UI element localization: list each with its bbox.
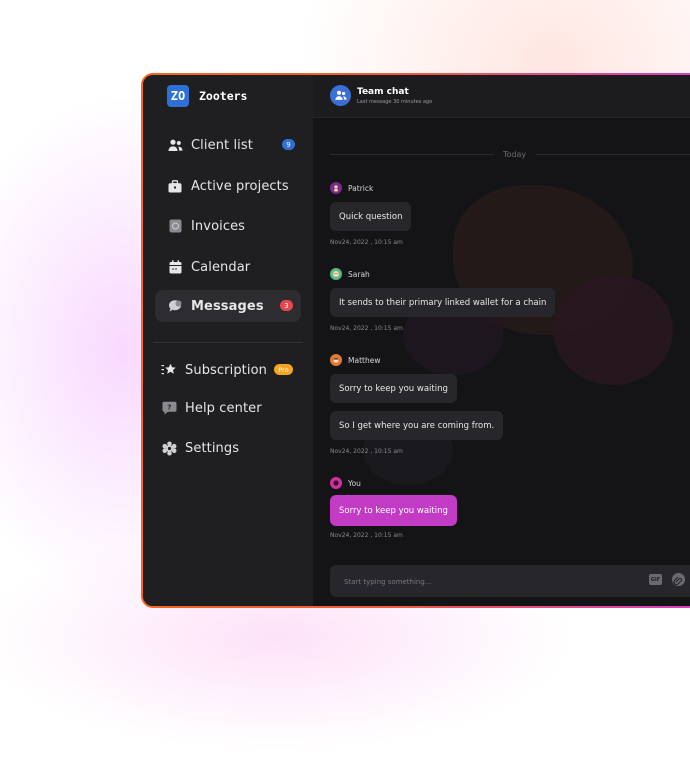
sidebar: ZO Zooters Client list 9 Active projects <box>143 75 313 606</box>
message-sender: You <box>330 477 361 489</box>
my-message-bubble: Sorry to keep you waiting <box>330 495 457 526</box>
day-separator: Today <box>330 150 690 159</box>
message-timestamp: Nov24, 2022 , 10:15 am <box>330 239 403 246</box>
app-logo: ZO <box>167 85 189 107</box>
sidebar-item-label: Invoices <box>191 218 246 234</box>
chat-header: Team chat Last message 30 minutes ago <box>313 75 690 118</box>
message-sender: Matthew <box>330 354 380 366</box>
sidebar-item-label: Active projects <box>191 178 289 194</box>
sidebar-item-label: Client list <box>191 137 253 153</box>
sender-name: Sarah <box>348 269 370 279</box>
chat-icon <box>167 298 183 314</box>
message-composer: GIF <box>330 565 690 597</box>
message-sender: Patrick <box>330 182 373 194</box>
sidebar-item-label: Subscription <box>185 362 267 378</box>
sidebar-item-messages[interactable]: Messages 3 <box>155 290 301 322</box>
svg-text:?: ? <box>167 404 171 412</box>
users-icon <box>167 137 183 153</box>
separator-line <box>330 154 493 155</box>
day-separator-label: Today <box>502 150 527 159</box>
brand[interactable]: ZO Zooters <box>167 85 247 107</box>
app-name: Zooters <box>199 89 248 103</box>
sidebar-item-label: Calendar <box>191 259 251 275</box>
sidebar-item-calendar[interactable]: Calendar <box>155 251 303 283</box>
avatar-matthew[interactable] <box>330 354 342 366</box>
sidebar-divider <box>153 342 303 343</box>
avatar-patrick[interactable] <box>330 182 342 194</box>
client-count-badge: 9 <box>282 139 295 150</box>
separator-line <box>536 154 690 155</box>
sidebar-item-label: Help center <box>185 400 262 416</box>
sender-name: You <box>348 478 361 488</box>
gif-button[interactable]: GIF <box>649 574 662 585</box>
message-sender: Sarah <box>330 268 370 280</box>
message-input[interactable] <box>342 573 606 591</box>
sidebar-item-settings[interactable]: Settings <box>161 432 301 464</box>
background-blob <box>553 275 673 385</box>
help-icon: ? <box>161 400 177 416</box>
gear-icon <box>161 440 177 456</box>
sidebar-item-subscription[interactable]: Subscription Pro <box>161 354 301 386</box>
message-timestamp: Nov24, 2022 , 10:15 am <box>330 532 403 539</box>
message-bubble: So I get where you are coming from. <box>330 411 504 440</box>
message-bubble: It sends to their primary linked wallet … <box>330 288 556 317</box>
star-list-icon <box>161 362 177 378</box>
chat-last-message-time: Last message 30 minutes ago <box>357 99 433 105</box>
message-timestamp: Nov24, 2022 , 10:15 am <box>330 325 403 332</box>
sidebar-item-invoices[interactable]: Invoices <box>155 210 303 242</box>
team-avatar-icon[interactable] <box>330 85 351 106</box>
app-window-frame: ZO Zooters Client list 9 Active projects <box>141 73 690 608</box>
chat-panel: Team chat Last message 30 minutes ago To… <box>313 75 690 606</box>
attachment-icon[interactable] <box>672 573 685 586</box>
pro-badge: Pro <box>274 364 293 375</box>
chat-title: Team chat <box>357 87 409 97</box>
invoice-icon <box>167 218 183 234</box>
sender-name: Patrick <box>348 183 374 193</box>
sidebar-item-client-list[interactable]: Client list 9 <box>155 129 303 161</box>
sender-name: Matthew <box>348 355 381 365</box>
app-window: ZO Zooters Client list 9 Active projects <box>143 75 690 606</box>
message-bubble: Sorry to keep you waiting <box>330 374 457 403</box>
avatar-you[interactable] <box>330 477 342 489</box>
briefcase-icon <box>167 178 183 194</box>
sidebar-item-help-center[interactable]: ? Help center <box>161 392 301 424</box>
sidebar-item-label: Messages <box>191 298 264 314</box>
message-timestamp: Nov24, 2022 , 10:15 am <box>330 448 403 455</box>
sidebar-item-active-projects[interactable]: Active projects <box>155 170 303 202</box>
avatar-sarah[interactable] <box>330 268 342 280</box>
sidebar-item-label: Settings <box>185 440 240 456</box>
unread-messages-badge: 3 <box>280 300 293 311</box>
calendar-icon <box>167 259 183 275</box>
message-bubble: Quick question <box>330 202 412 231</box>
